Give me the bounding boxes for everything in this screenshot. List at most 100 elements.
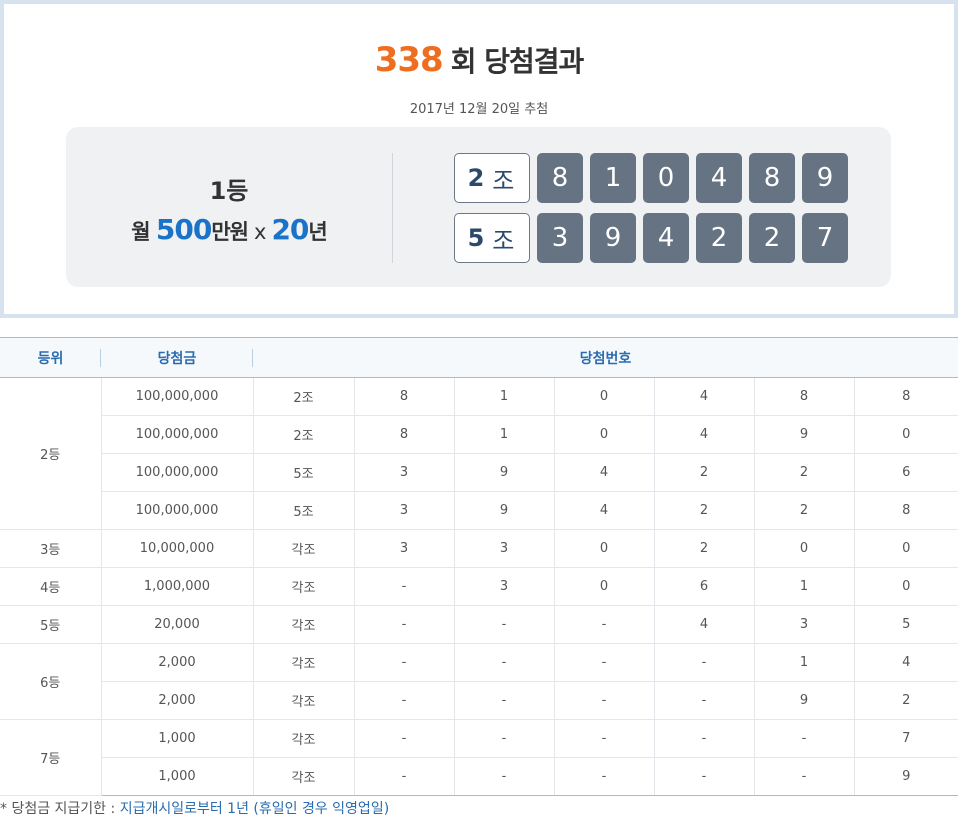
number-cell: 9: [753, 681, 854, 720]
number-cell: 1: [453, 377, 554, 416]
number-cell: -: [453, 643, 554, 682]
prize-amount-cell: 10,000,000: [100, 529, 253, 568]
number-cell: 3: [353, 453, 454, 492]
number-cell: 9: [853, 757, 958, 796]
number-cell: -: [353, 567, 454, 606]
group-number: 5: [467, 224, 487, 252]
prize-amount-cell: 100,000,000: [100, 377, 253, 416]
prize-amount-cell: 2,000: [100, 681, 253, 720]
number-cell: 2: [653, 491, 754, 530]
rank-cell: 3등: [0, 529, 101, 568]
first-prize-rank: 1등: [209, 177, 249, 205]
number-cell: 0: [853, 415, 958, 454]
number-cell: -: [353, 605, 454, 644]
number-cell: 3: [353, 529, 454, 568]
table-row: 3등 10,000,000 각조 3 3 0 2 0 0: [0, 529, 958, 568]
winning-summary: 1등 월 500만원 x 20년 2조 8 1 0 4 8 9 5조 3 9 4 2: [66, 127, 891, 287]
prize-table: 등위 당첨금 당첨번호 2등 100,000,000 2조 8 1 0 4 8 8 100,000…: [0, 337, 958, 796]
number-cell: -: [553, 757, 654, 796]
winning-number-row: 5조 3 9 4 2 2 7: [454, 213, 848, 263]
group-unit: 조: [492, 226, 517, 255]
number-cell: -: [353, 643, 454, 682]
number-cell: 0: [553, 415, 654, 454]
number-cell: 8: [353, 415, 454, 454]
number-cell: -: [453, 605, 554, 644]
month-label: 월: [131, 220, 150, 244]
group-cell: 2조: [252, 415, 354, 454]
table-header-row: 등위 당첨금 당첨번호: [0, 337, 958, 378]
group-cell: 각조: [252, 643, 354, 682]
number-cell: 2: [753, 491, 854, 530]
rank-cell: 7등: [0, 719, 101, 796]
prize-amount-cell: 1,000: [100, 719, 253, 758]
number-cell: -: [653, 719, 754, 758]
header-rank: 등위: [0, 337, 101, 378]
number-cell: 4: [653, 605, 754, 644]
group-cell: 각조: [252, 605, 354, 644]
number-cell: 2: [653, 529, 754, 568]
number-cell: 9: [453, 491, 554, 530]
round-number: 338: [374, 40, 444, 80]
number-cell: 2: [853, 681, 958, 720]
number-cell: 0: [553, 529, 654, 568]
number-cell: -: [353, 719, 454, 758]
table-row: 4등 1,000,000 각조 -3 0 6 1 0: [0, 567, 958, 606]
prize-amount-cell: 1,000: [100, 757, 253, 796]
number-cell: 0: [553, 567, 654, 606]
number-ball: 2: [696, 213, 742, 263]
times-sign: x: [254, 220, 266, 244]
number-ball: 4: [696, 153, 742, 203]
number-ball: 2: [749, 213, 795, 263]
number-cell: 4: [653, 377, 754, 416]
table-row: 1,000 각조 - - - - -9: [0, 757, 958, 796]
number-cell: 6: [653, 567, 754, 606]
number-cell: 7: [853, 719, 958, 758]
number-cell: -: [753, 757, 854, 796]
group-cell: 각조: [252, 567, 354, 606]
table-row: 7등 1,000 각조 - - - - -7: [0, 719, 958, 796]
round-title-suffix: 회 당첨결과: [450, 45, 585, 78]
group-badge: 5조: [454, 213, 530, 263]
number-cell: 8: [753, 377, 854, 416]
number-cell: 0: [853, 529, 958, 568]
number-cell: -: [653, 757, 754, 796]
group-cell: 5조: [252, 491, 354, 530]
number-cell: -: [353, 681, 454, 720]
number-cell: -: [453, 681, 554, 720]
group-cell: 5조: [252, 453, 354, 492]
header-numbers: 당첨번호: [253, 337, 958, 378]
table-row: 100,000,000 2조 8 1 0 4 9 0: [0, 415, 958, 454]
monthly-amount: 500: [155, 213, 212, 246]
draw-result-panel: 338 회 당첨결과 2017년 12월 20일 추첨 1등 월 500만원 x 20…: [0, 0, 958, 318]
number-cell: -: [553, 643, 654, 682]
number-cell: -: [553, 719, 654, 758]
number-cell: 0: [553, 377, 654, 416]
number-cell: -: [453, 719, 554, 758]
number-ball: 1: [590, 153, 636, 203]
number-ball: 8: [537, 153, 583, 203]
rank-cell: 6등: [0, 643, 101, 720]
number-ball: 8: [749, 153, 795, 203]
payment-deadline-note: * 당첨금 지급기한 : 지급개시일로부터 1년 (휴일인 경우 익영업일): [0, 798, 389, 818]
number-cell: -: [653, 643, 754, 682]
number-cell: 9: [453, 453, 554, 492]
table-row: 6등 2,000 각조 - - - -1 4: [0, 643, 958, 720]
number-cell: 3: [753, 605, 854, 644]
number-ball: 0: [643, 153, 689, 203]
group-unit: 조: [492, 166, 517, 195]
number-cell: 2: [753, 453, 854, 492]
table-body: 2등 100,000,000 2조 8 1 0 4 8 8 100,000,000 2조 8 1 0 4 9 0…: [0, 377, 958, 796]
number-cell: -: [753, 719, 854, 758]
number-ball: 7: [802, 213, 848, 263]
winning-number-row: 2조 8 1 0 4 8 9: [454, 153, 848, 203]
number-cell: 8: [853, 377, 958, 416]
number-cell: 8: [353, 377, 454, 416]
number-cell: -: [653, 681, 754, 720]
group-cell: 2조: [252, 377, 354, 416]
number-cell: -: [553, 605, 654, 644]
group-number: 2: [467, 164, 487, 192]
group-cell: 각조: [252, 757, 354, 796]
number-ball: 4: [643, 213, 689, 263]
number-cell: 1: [753, 567, 854, 606]
table-row: 2등 100,000,000 2조 8 1 0 4 8 8: [0, 377, 958, 530]
